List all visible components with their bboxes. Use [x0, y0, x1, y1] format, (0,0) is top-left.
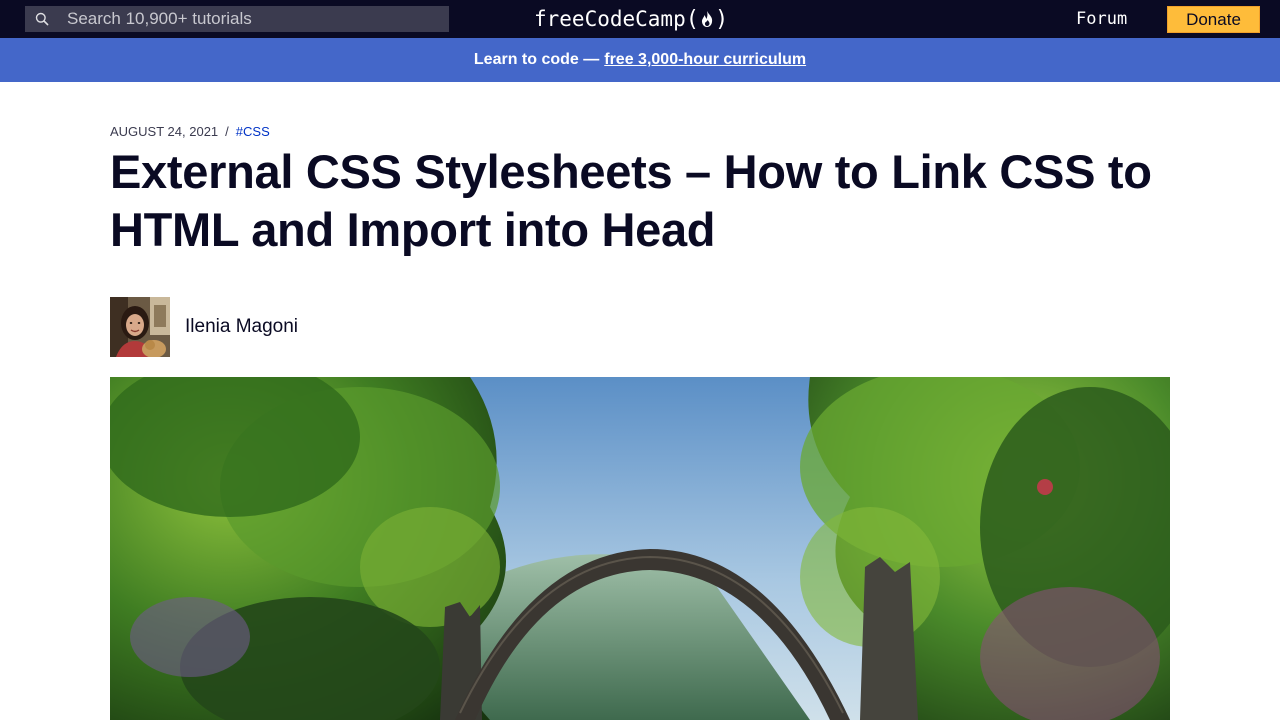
logo-text: freeCodeCamp — [534, 7, 686, 31]
search-icon — [27, 12, 57, 26]
freecodecamp-logo[interactable]: freeCodeCamp ( ) — [534, 4, 728, 34]
publish-date: August 24, 2021 — [110, 123, 219, 139]
top-navbar: freeCodeCamp ( ) Forum Donate — [0, 0, 1280, 38]
article-title: External CSS Stylesheets – How to Link C… — [110, 145, 1152, 256]
logo-close-paren: ) — [714, 6, 729, 32]
curriculum-link[interactable]: free 3,000-hour curriculum — [604, 51, 806, 69]
article-meta: August 24, 2021 / #CSS — [110, 122, 270, 140]
flame-icon — [700, 10, 714, 28]
search-bar[interactable] — [25, 6, 449, 32]
author-avatar[interactable] — [110, 297, 170, 357]
feature-image — [110, 377, 1170, 720]
curriculum-banner: Learn to code — free 3,000-hour curricul… — [0, 38, 1280, 82]
tag-link[interactable]: #CSS — [236, 124, 270, 139]
search-input[interactable] — [67, 6, 447, 32]
meta-separator: / — [225, 123, 229, 139]
author-name[interactable]: Ilenia Magoni — [185, 316, 298, 338]
donate-button[interactable]: Donate — [1167, 6, 1260, 33]
logo-open-paren: ( — [685, 6, 699, 32]
banner-prefix: Learn to code — — [473, 51, 600, 68]
forum-link[interactable]: Forum — [1064, 7, 1139, 31]
author-byline[interactable]: Ilenia Magoni — [110, 297, 298, 357]
